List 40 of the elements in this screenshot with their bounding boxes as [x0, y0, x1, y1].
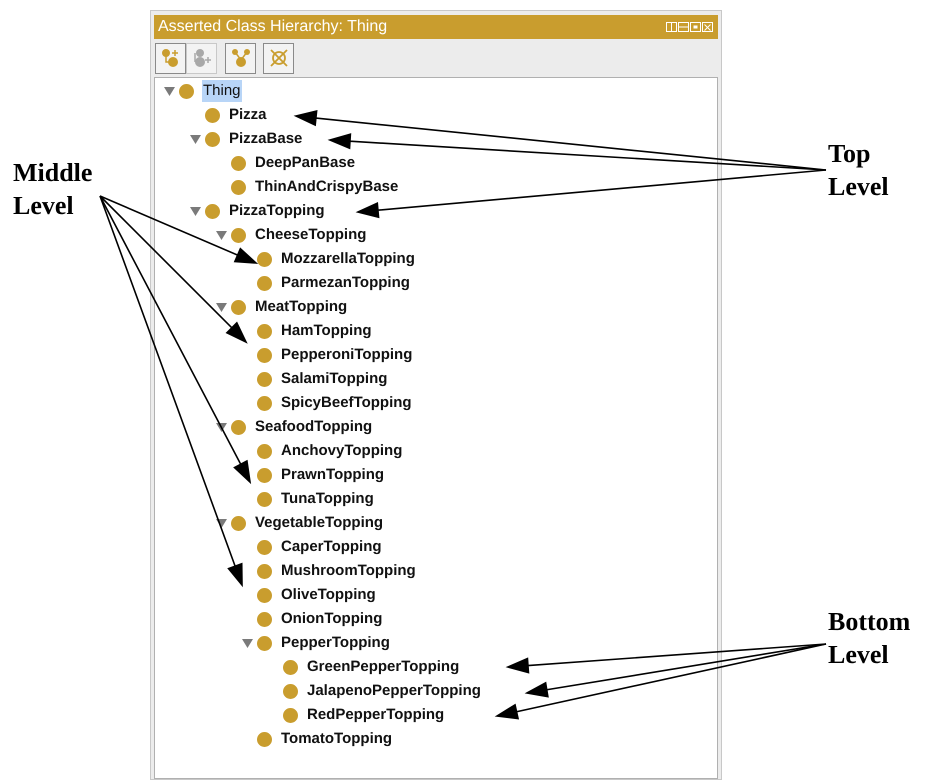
class-tree-item[interactable]: PizzaTopping	[228, 200, 326, 222]
class-tree-item[interactable]: SpicyBeefTopping	[280, 392, 413, 414]
class-tree-item[interactable]: OliveTopping	[280, 584, 377, 606]
class-tree-item[interactable]: JalapenoPepperTopping	[306, 680, 482, 702]
class-tree-item[interactable]: HamTopping	[280, 320, 373, 342]
toolbar-button[interactable]	[155, 42, 186, 74]
class-tree-item[interactable]: PizzaBase	[228, 128, 304, 150]
class-tree-item[interactable]: ThinAndCrispyBase	[254, 176, 400, 198]
class-tree-item[interactable]: ParmezanTopping	[280, 272, 411, 294]
class-tree-item[interactable]: Thing	[202, 80, 242, 102]
class-tree-item[interactable]: MeatTopping	[254, 296, 348, 318]
panel-title: Asserted Class Hierarchy: Thing	[158, 17, 388, 37]
toolbar-button[interactable]	[263, 42, 294, 74]
add-subclass-icon	[160, 48, 180, 68]
class-tree-item[interactable]: RedPepperTopping	[306, 704, 446, 726]
class-tree-item[interactable]: AnchovyTopping	[280, 440, 404, 462]
class-tree-item[interactable]: PrawnTopping	[280, 464, 386, 486]
add-sibling-icon	[192, 48, 212, 68]
class-tree-item[interactable]: TomatoTopping	[280, 728, 394, 750]
class-tree-item[interactable]: CaperTopping	[280, 536, 383, 558]
class-tree-item[interactable]: SeafoodTopping	[254, 416, 374, 438]
class-tree-item[interactable]: TunaTopping	[280, 488, 375, 510]
delete-icon	[268, 48, 288, 68]
toolbar-button[interactable]	[225, 42, 256, 74]
window-controls-icon[interactable]	[666, 21, 714, 33]
class-tree-item[interactable]: VegetableTopping	[254, 512, 384, 534]
class-tree-item[interactable]: Pizza	[228, 104, 268, 126]
branch-icon	[230, 48, 250, 68]
class-tree-item[interactable]: PepperTopping	[280, 632, 391, 654]
class-tree-item[interactable]: OnionTopping	[280, 608, 384, 630]
class-tree-item[interactable]: SalamiTopping	[280, 368, 388, 390]
class-tree-item[interactable]: GreenPepperTopping	[306, 656, 460, 678]
class-tree-item[interactable]: DeepPanBase	[254, 152, 356, 174]
class-tree-item[interactable]: PepperoniTopping	[280, 344, 414, 366]
class-tree-item[interactable]: CheeseTopping	[254, 224, 368, 246]
annotation-label: Top Level	[828, 138, 889, 203]
annotation-label: Middle Level	[13, 157, 92, 222]
class-tree-item[interactable]: MozzarellaTopping	[280, 248, 416, 270]
annotation-label: Bottom Level	[828, 606, 910, 671]
class-tree-item[interactable]: MushroomTopping	[280, 560, 417, 582]
